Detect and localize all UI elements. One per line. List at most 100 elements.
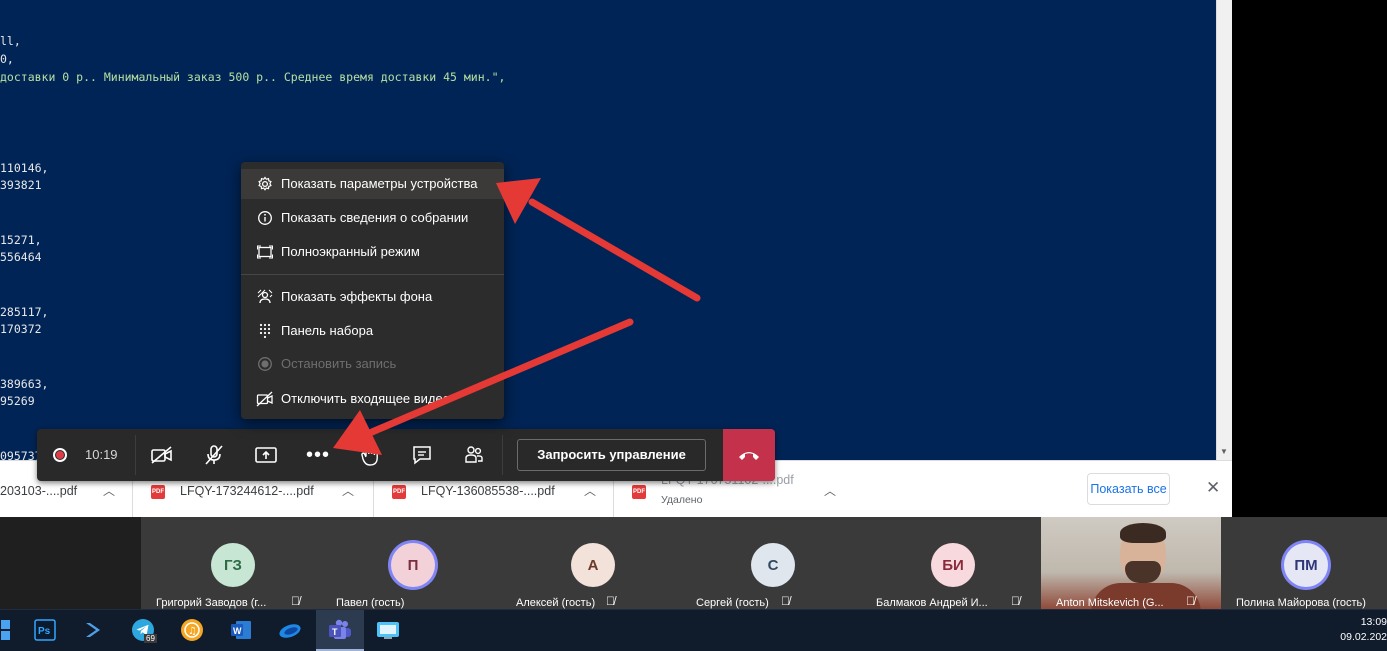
- svg-text:W: W: [233, 626, 242, 636]
- more-dots-icon: •••: [305, 444, 330, 466]
- microphone-off-icon: 🎙̸: [606, 594, 615, 608]
- pdf-icon: PDF: [632, 485, 646, 499]
- microphone-off-icon: 🎙̸: [291, 594, 300, 608]
- svg-text:♫: ♫: [188, 626, 197, 637]
- code-line: 095737: [0, 449, 42, 460]
- close-icon[interactable]: ✕: [1206, 478, 1220, 498]
- code-line: 95269: [0, 394, 35, 408]
- avatar: С: [751, 543, 795, 587]
- clock-time: 13:09: [1360, 616, 1387, 628]
- chevron-up-icon[interactable]: ︿: [342, 482, 354, 499]
- camera-off-icon: [151, 446, 172, 464]
- code-line: 285117,: [0, 305, 49, 319]
- download-filename: LFQY-136085538-....pdf: [421, 484, 555, 498]
- menu-item-device-settings[interactable]: Показать параметры устройства: [241, 169, 504, 199]
- toolbar-divider: [135, 435, 136, 475]
- participant-name: Сергей (гость): [696, 597, 769, 609]
- leave-call-button[interactable]: [723, 429, 775, 481]
- menu-item-turn-off-incoming-video[interactable]: Отключить входящее видео: [241, 384, 504, 414]
- download-filename: LFQY-173244612-....pdf: [180, 484, 314, 498]
- code-line: 170372: [0, 322, 42, 336]
- microphone-off-icon: 🎙̸: [1186, 594, 1195, 608]
- avatar: П: [391, 543, 435, 587]
- meeting-toolbar: 10:19 ••• Запросить управление: [37, 429, 775, 481]
- participant-name: Балмаков Андрей И...: [876, 597, 988, 609]
- code-line: 15271,: [0, 233, 42, 247]
- participant-tile-video[interactable]: Anton Mitskevich (G... 🎙̸: [1041, 517, 1221, 609]
- telegram-badge: 69: [144, 634, 157, 643]
- toolbar-divider: [502, 435, 503, 475]
- participant-name: Павел (гость): [336, 597, 405, 609]
- participant-tile[interactable]: А Алексей (гость) 🎙̸: [501, 517, 681, 609]
- menu-item-label: Полноэкранный режим: [281, 244, 420, 259]
- gear-icon: [256, 176, 274, 192]
- svg-text:T: T: [332, 627, 338, 637]
- meeting-timer: 10:19: [85, 447, 118, 462]
- powershell-icon[interactable]: [81, 618, 105, 642]
- show-all-button[interactable]: Показать все: [1087, 473, 1170, 505]
- hang-up-icon: [739, 452, 759, 460]
- avatar: БИ: [931, 543, 975, 587]
- camera-off-button[interactable]: [148, 441, 176, 469]
- mute-button[interactable]: [200, 441, 228, 469]
- participants-gallery: ГЗ Григорий Заводов (г... 🎙̸ П Павел (го…: [0, 517, 1387, 609]
- scroll-down-icon[interactable]: ▼: [1220, 447, 1228, 456]
- participant-tile[interactable]: БИ Балмаков Андрей И... 🎙̸: [861, 517, 1041, 609]
- teams-icon[interactable]: T: [316, 618, 364, 651]
- more-actions-button[interactable]: •••: [304, 441, 332, 469]
- menu-item-fullscreen[interactable]: Полноэкранный режим: [241, 237, 504, 267]
- menu-item-stop-recording: Остановить запись: [241, 349, 504, 379]
- chevron-up-icon[interactable]: ︿: [584, 482, 596, 499]
- menu-item-meeting-info[interactable]: Показать сведения о собрании: [241, 203, 504, 233]
- menu-item-label: Панель набора: [281, 323, 374, 338]
- black-margin: [1232, 0, 1387, 517]
- participants-button[interactable]: [460, 441, 488, 469]
- participant-tile[interactable]: ГЗ Григорий Заводов (г... 🎙̸: [141, 517, 321, 609]
- menu-item-background-effects[interactable]: Показать эффекты фона: [241, 282, 504, 312]
- windows-icon[interactable]: [0, 618, 12, 642]
- menu-item-dialpad[interactable]: Панель набора: [241, 316, 504, 346]
- system-clock[interactable]: 13:09 09.02.202: [1340, 616, 1387, 643]
- photoshop-icon[interactable]: Ps: [33, 618, 57, 642]
- raise-hand-button[interactable]: [356, 441, 384, 469]
- request-control-button[interactable]: Запросить управление: [517, 439, 706, 471]
- video-off-icon: [256, 391, 274, 407]
- chat-icon: [413, 446, 431, 465]
- participant-tile[interactable]: ПМ Полина Майорова (гость): [1221, 517, 1387, 609]
- participant-name: Полина Майорова (гость): [1236, 597, 1366, 609]
- code-line: 556464: [0, 250, 42, 264]
- avatar: ГЗ: [211, 543, 255, 587]
- share-screen-button[interactable]: [252, 441, 280, 469]
- chat-button[interactable]: [408, 441, 436, 469]
- participant-tile[interactable]: С Сергей (гость) 🎙̸: [681, 517, 861, 609]
- menu-item-label: Отключить входящее видео: [281, 391, 450, 406]
- vertical-scrollbar[interactable]: ▼: [1216, 0, 1232, 460]
- microphone-off-icon: [205, 445, 223, 465]
- chevron-up-icon[interactable]: ︿: [103, 482, 115, 499]
- remote-desktop-icon[interactable]: [376, 618, 400, 642]
- chevron-up-icon[interactable]: ︿: [824, 482, 836, 499]
- clock-date: 09.02.202: [1340, 631, 1387, 643]
- code-line: 0,: [0, 52, 14, 66]
- code-line: 389663,: [0, 377, 49, 391]
- pdf-icon: PDF: [392, 485, 406, 499]
- background-effects-icon: [256, 289, 274, 305]
- code-line: ll,: [0, 34, 21, 48]
- edge-browser-icon[interactable]: [278, 618, 302, 642]
- fullscreen-icon: [256, 244, 274, 260]
- menu-item-label: Остановить запись: [281, 356, 397, 371]
- more-actions-menu: Показать параметры устройства Показать с…: [241, 162, 504, 419]
- music-player-icon[interactable]: ♫: [180, 618, 204, 642]
- participant-name: Алексей (гость): [516, 597, 596, 609]
- shared-screen: ll, 0, доставки 0 р.. Минимальный заказ …: [0, 0, 1216, 460]
- participants-icon: [465, 446, 483, 463]
- menu-item-label: Показать параметры устройства: [281, 176, 478, 191]
- word-icon[interactable]: W: [229, 618, 253, 642]
- microphone-off-icon: 🎙̸: [1011, 594, 1020, 608]
- screen: ll, 0, доставки 0 р.. Минимальный заказ …: [0, 0, 1387, 651]
- participant-name: Anton Mitskevich (G...: [1056, 597, 1164, 609]
- participant-tile[interactable]: П Павел (гость): [321, 517, 501, 609]
- record-icon: [256, 356, 274, 372]
- download-status: Удалено: [661, 494, 703, 506]
- microphone-off-icon: 🎙̸: [781, 594, 790, 608]
